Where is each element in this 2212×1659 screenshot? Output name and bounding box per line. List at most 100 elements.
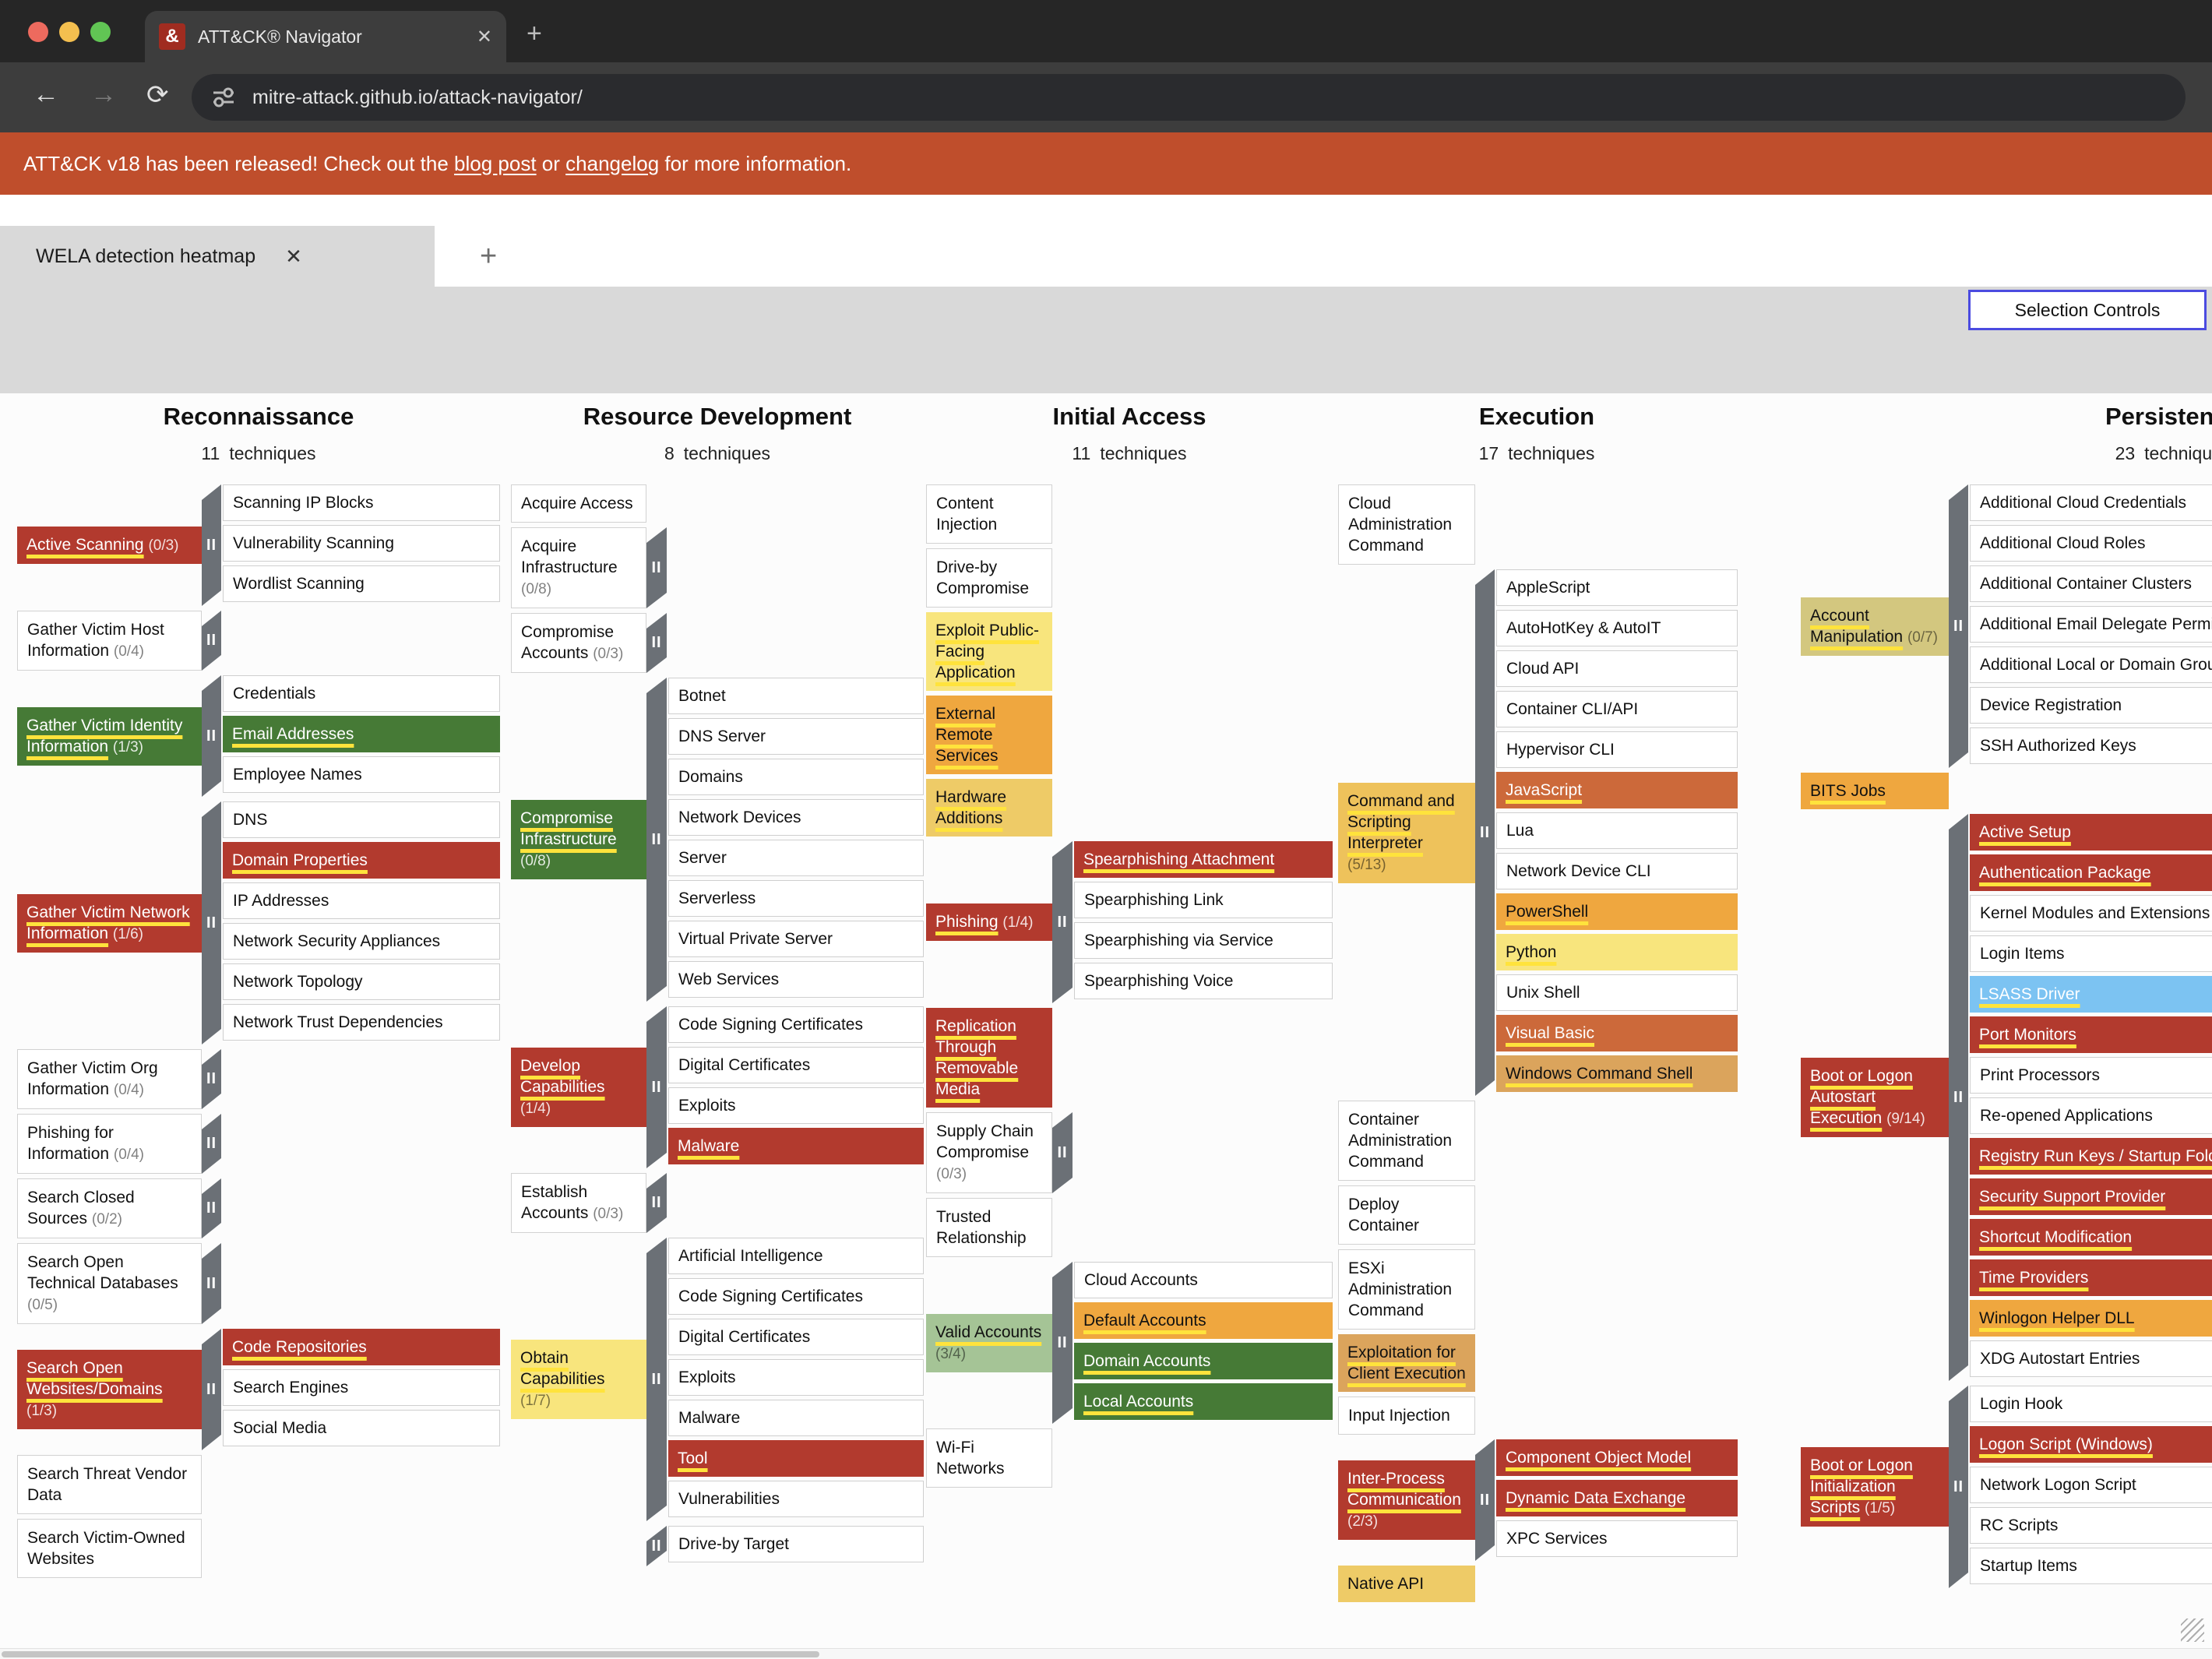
- subtechnique-cell-powershell[interactable]: PowerShell: [1496, 893, 1738, 930]
- subtechnique-cell-startup-items[interactable]: Startup Items: [1970, 1548, 2212, 1584]
- technique-cell-search-open-technical-databases[interactable]: Search Open Technical Databases (0/5): [17, 1243, 202, 1324]
- subtechnique-cell-time-providers[interactable]: Time Providers: [1970, 1259, 2212, 1296]
- subtechnique-cell-ip-addresses[interactable]: IP Addresses: [223, 882, 500, 919]
- technique-cell-replication-through-removable-media[interactable]: Replication Through Removable Media: [926, 1008, 1052, 1108]
- subtechnique-connector[interactable]: II: [202, 1049, 221, 1109]
- subtechnique-cell-component-object-model[interactable]: Component Object Model: [1496, 1439, 1738, 1476]
- resize-handle-icon[interactable]: [2181, 1618, 2204, 1642]
- subtechnique-cell-web-services[interactable]: Web Services: [668, 961, 924, 998]
- subtechnique-connector[interactable]: II: [1475, 569, 1495, 1096]
- subtechnique-cell-social-media[interactable]: Social Media: [223, 1410, 500, 1446]
- technique-cell-native-api[interactable]: Native API: [1338, 1566, 1475, 1602]
- subtechnique-cell-digital-certificates[interactable]: Digital Certificates: [668, 1047, 924, 1083]
- subtechnique-cell-domain-properties[interactable]: Domain Properties: [223, 842, 500, 879]
- subtechnique-cell-credentials[interactable]: Credentials: [223, 675, 500, 712]
- subtechnique-cell-additional-local-or-domain-groups[interactable]: Additional Local or Domain Groups: [1970, 646, 2212, 683]
- technique-cell-gather-victim-org-information[interactable]: Gather Victim Org Information (0/4): [17, 1049, 202, 1109]
- subtechnique-connector[interactable]: II: [1949, 484, 1968, 768]
- subtechnique-cell-login-items[interactable]: Login Items: [1970, 935, 2212, 972]
- selection-controls-button[interactable]: Selection Controls: [1968, 290, 2207, 330]
- subtechnique-cell-dns[interactable]: DNS: [223, 801, 500, 838]
- subtechnique-connector[interactable]: II: [646, 1526, 667, 1566]
- technique-cell-search-victim-owned-websites[interactable]: Search Victim-Owned Websites: [17, 1519, 202, 1578]
- technique-cell-inter-process-communication[interactable]: Inter-Process Communication (2/3): [1338, 1460, 1475, 1540]
- subtechnique-cell-network-security-appliances[interactable]: Network Security Appliances: [223, 923, 500, 960]
- technique-cell-esxi-administration-command[interactable]: ESXi Administration Command: [1338, 1249, 1475, 1330]
- subtechnique-cell-authentication-package[interactable]: Authentication Package: [1970, 854, 2212, 891]
- subtechnique-cell-exploits[interactable]: Exploits: [668, 1087, 924, 1124]
- technique-cell-gather-victim-network-information[interactable]: Gather Victim Network Information (1/6): [17, 894, 202, 953]
- technique-cell-compromise-infrastructure[interactable]: Compromise Infrastructure (0/8): [511, 800, 646, 879]
- subtechnique-cell-vulnerability-scanning[interactable]: Vulnerability Scanning: [223, 525, 500, 562]
- technique-cell-obtain-capabilities[interactable]: Obtain Capabilities (1/7): [511, 1340, 646, 1419]
- subtechnique-cell-local-accounts[interactable]: Local Accounts: [1074, 1383, 1333, 1420]
- technique-cell-search-open-websites-domains[interactable]: Search Open Websites/Domains (1/3): [17, 1350, 202, 1429]
- technique-cell-develop-capabilities[interactable]: Develop Capabilities (1/4): [511, 1048, 646, 1127]
- subtechnique-cell-botnet[interactable]: Botnet: [668, 678, 924, 714]
- subtechnique-cell-network-device-cli[interactable]: Network Device CLI: [1496, 853, 1738, 889]
- browser-tab[interactable]: & ATT&CK® Navigator ✕: [145, 11, 506, 62]
- subtechnique-connector[interactable]: II: [646, 678, 667, 1002]
- blog-post-link[interactable]: blog post: [454, 152, 537, 175]
- subtechnique-cell-network-topology[interactable]: Network Topology: [223, 963, 500, 1000]
- technique-cell-cloud-administration-command[interactable]: Cloud Administration Command: [1338, 484, 1475, 565]
- subtechnique-cell-network-devices[interactable]: Network Devices: [668, 799, 924, 836]
- subtechnique-cell-applescript[interactable]: AppleScript: [1496, 569, 1738, 606]
- subtechnique-connector[interactable]: II: [1052, 1262, 1073, 1424]
- subtechnique-cell-lua[interactable]: Lua: [1496, 812, 1738, 849]
- subtechnique-cell-login-hook[interactable]: Login Hook: [1970, 1386, 2212, 1422]
- subtechnique-cell-wordlist-scanning[interactable]: Wordlist Scanning: [223, 565, 500, 602]
- subtechnique-cell-xpc-services[interactable]: XPC Services: [1496, 1520, 1738, 1557]
- subtechnique-connector[interactable]: II: [202, 801, 221, 1044]
- subtechnique-cell-additional-cloud-credentials[interactable]: Additional Cloud Credentials: [1970, 484, 2212, 521]
- subtechnique-cell-network-trust-dependencies[interactable]: Network Trust Dependencies: [223, 1004, 500, 1041]
- subtechnique-cell-network-logon-script[interactable]: Network Logon Script: [1970, 1467, 2212, 1503]
- subtechnique-connector[interactable]: II: [646, 527, 667, 608]
- technique-cell-acquire-infrastructure[interactable]: Acquire Infrastructure (0/8): [511, 527, 646, 608]
- subtechnique-cell-shortcut-modification[interactable]: Shortcut Modification: [1970, 1219, 2212, 1256]
- technique-cell-search-threat-vendor-data[interactable]: Search Threat Vendor Data: [17, 1455, 202, 1514]
- subtechnique-cell-cloud-accounts[interactable]: Cloud Accounts: [1074, 1262, 1333, 1298]
- subtechnique-connector[interactable]: II: [1052, 1112, 1073, 1193]
- subtechnique-connector[interactable]: II: [202, 675, 221, 797]
- subtechnique-cell-python[interactable]: Python: [1496, 934, 1738, 970]
- subtechnique-cell-additional-container-clusters[interactable]: Additional Container Clusters: [1970, 565, 2212, 602]
- subtechnique-cell-code-signing-certificates[interactable]: Code Signing Certificates: [668, 1278, 924, 1315]
- subtechnique-cell-device-registration[interactable]: Device Registration: [1970, 687, 2212, 724]
- subtechnique-cell-employee-names[interactable]: Employee Names: [223, 756, 500, 793]
- subtechnique-cell-visual-basic[interactable]: Visual Basic: [1496, 1015, 1738, 1051]
- subtechnique-cell-scanning-ip-blocks[interactable]: Scanning IP Blocks: [223, 484, 500, 521]
- technique-cell-compromise-accounts[interactable]: Compromise Accounts (0/3): [511, 613, 646, 673]
- technique-cell-exploit-public-facing-application[interactable]: Exploit Public-Facing Application: [926, 612, 1052, 691]
- subtechnique-cell-additional-email-delegate-permissions[interactable]: Additional Email Delegate Permissions: [1970, 606, 2212, 643]
- subtechnique-connector[interactable]: II: [202, 1114, 221, 1174]
- technique-cell-supply-chain-compromise[interactable]: Supply Chain Compromise (0/3): [926, 1112, 1052, 1193]
- technique-cell-acquire-access[interactable]: Acquire Access: [511, 484, 646, 523]
- layer-tab[interactable]: WELA detection heatmap ✕: [0, 226, 435, 287]
- subtechnique-cell-digital-certificates[interactable]: Digital Certificates: [668, 1319, 924, 1355]
- subtechnique-cell-hypervisor-cli[interactable]: Hypervisor CLI: [1496, 731, 1738, 768]
- subtechnique-cell-security-support-provider[interactable]: Security Support Provider: [1970, 1178, 2212, 1215]
- subtechnique-cell-dns-server[interactable]: DNS Server: [668, 718, 924, 755]
- subtechnique-connector[interactable]: II: [1052, 841, 1073, 1003]
- subtechnique-cell-port-monitors[interactable]: Port Monitors: [1970, 1016, 2212, 1053]
- subtechnique-cell-xdg-autostart-entries[interactable]: XDG Autostart Entries: [1970, 1340, 2212, 1377]
- subtechnique-cell-spearphishing-via-service[interactable]: Spearphishing via Service: [1074, 922, 1333, 959]
- subtechnique-cell-drive-by-target[interactable]: Drive-by Target: [668, 1526, 924, 1562]
- subtechnique-cell-javascript[interactable]: JavaScript: [1496, 772, 1738, 808]
- technique-cell-hardware-additions[interactable]: Hardware Additions: [926, 779, 1052, 837]
- subtechnique-connector[interactable]: II: [646, 1006, 667, 1168]
- address-bar[interactable]: mitre-attack.github.io/attack-navigator/: [192, 74, 2186, 121]
- subtechnique-cell-active-setup[interactable]: Active Setup: [1970, 814, 2212, 851]
- subtechnique-cell-registry-run-keys-startup-folder[interactable]: Registry Run Keys / Startup Folder: [1970, 1138, 2212, 1175]
- technique-cell-trusted-relationship[interactable]: Trusted Relationship: [926, 1198, 1052, 1257]
- technique-cell-active-scanning[interactable]: Active Scanning (0/3): [17, 527, 202, 564]
- technique-cell-search-closed-sources[interactable]: Search Closed Sources (0/2): [17, 1178, 202, 1238]
- technique-cell-account-manipulation[interactable]: Account Manipulation (0/7): [1801, 597, 1949, 656]
- subtechnique-connector[interactable]: II: [202, 484, 221, 606]
- subtechnique-connector[interactable]: II: [1475, 1439, 1495, 1561]
- technique-cell-command-and-scripting-interpreter[interactable]: Command and Scripting Interpreter (5/13): [1338, 783, 1475, 883]
- technique-cell-gather-victim-identity-information[interactable]: Gather Victim Identity Information (1/3): [17, 707, 202, 766]
- window-minimize-button[interactable]: [59, 22, 79, 42]
- horizontal-scrollbar[interactable]: [0, 1648, 2212, 1659]
